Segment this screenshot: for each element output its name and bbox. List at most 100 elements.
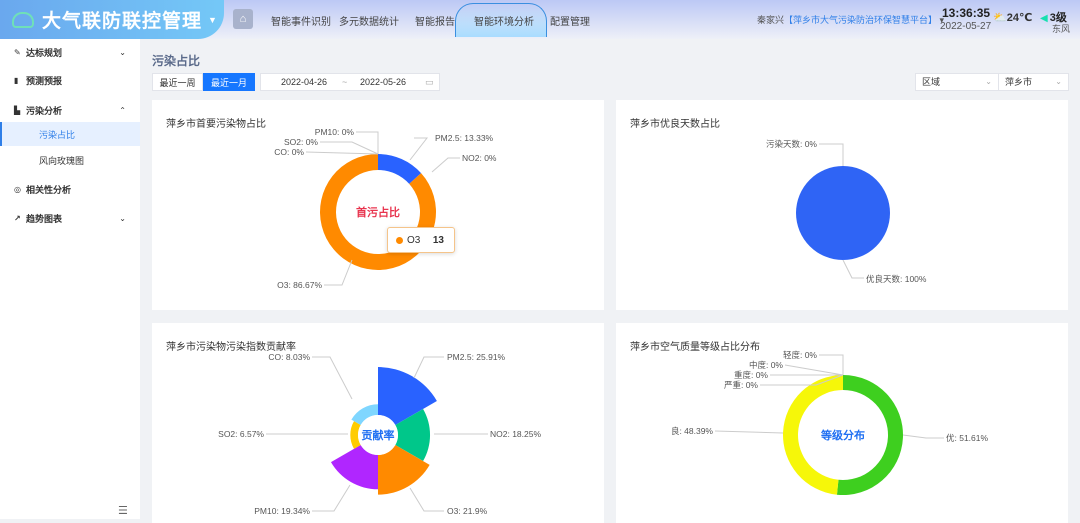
slice-label: NO2: 18.25% bbox=[490, 429, 541, 439]
sidebar-item-planning[interactable]: ✎ 达标规划 ⌄ bbox=[0, 40, 140, 64]
chevron-up-icon: ⌃ bbox=[119, 105, 126, 115]
chart-tooltip: O3 13 bbox=[387, 227, 455, 253]
clock-time: 13:36:35 bbox=[942, 6, 991, 20]
chevron-down-icon: ⌄ bbox=[985, 77, 992, 86]
slice-label: NO2: 0% bbox=[462, 153, 497, 163]
chevron-down-icon: ⌄ bbox=[119, 213, 126, 223]
sidebar-item-correlation[interactable]: ◎ 相关性分析 bbox=[0, 177, 140, 201]
home-icon[interactable]: ⌂ bbox=[233, 9, 253, 29]
caret-down-icon[interactable]: ▼ bbox=[208, 15, 217, 25]
user-menu[interactable]: 秦家兴【萍乡市大气污染防治环保智慧平台】 ▾ bbox=[757, 13, 944, 26]
label-leader-line bbox=[413, 356, 444, 379]
slice-label: PM10: 19.34% bbox=[254, 506, 310, 516]
label-leader-line bbox=[409, 137, 429, 161]
sidebar-item-label: 相关性分析 bbox=[26, 184, 72, 195]
app-logo[interactable]: 大气联防联控管理 ▼ bbox=[0, 0, 224, 39]
label-leader-line bbox=[312, 484, 351, 512]
temperature: 24℃ bbox=[1006, 12, 1033, 24]
slice-good-days bbox=[796, 166, 890, 260]
center-label: 贡献率 bbox=[362, 428, 395, 442]
chevron-down-icon: ⌄ bbox=[1055, 77, 1062, 86]
contribution-card: 贡献率 PM2.5: 25.91% NO2: 18.25% O3: 21.9% PM10… bbox=[152, 323, 604, 523]
page-title: 污染占比 bbox=[152, 54, 201, 68]
nav-data-statistics[interactable]: 多元数据统计 bbox=[339, 13, 399, 28]
slice-label: 污染天数: 0% bbox=[766, 139, 817, 149]
slice-label: SO2: 6.57% bbox=[218, 429, 264, 439]
label-leader-line bbox=[902, 434, 944, 439]
chart-title: 萍乡市污染物污染指数贡献率 bbox=[166, 342, 296, 353]
sidebar-item-label: 达标规划 bbox=[26, 47, 63, 58]
slice-label: 重度: 0% bbox=[734, 370, 768, 380]
recent-month-button[interactable]: 最近一月 bbox=[203, 73, 255, 91]
clock-date: 2022-05-27 bbox=[940, 21, 992, 32]
slice-label: O3: 21.9% bbox=[447, 506, 488, 516]
region-type-select[interactable]: 区域 ⌄ bbox=[915, 73, 999, 91]
primary-pollutant-card: 首污占比 PM2.5: 13.33% NO2: 0% O3: 86.67% PM10: … bbox=[152, 100, 604, 310]
slice-label: 良: 48.39% bbox=[671, 426, 713, 436]
wind-direction: 东风 bbox=[1052, 24, 1071, 34]
label-leader-line bbox=[431, 157, 460, 173]
series-dot-icon bbox=[396, 236, 403, 244]
atom-icon: ◎ bbox=[14, 184, 21, 194]
pen-icon: ✎ bbox=[14, 47, 21, 57]
chart-title: 萍乡市首要污染物占比 bbox=[166, 119, 266, 130]
start-date[interactable]: 2022-04-26 bbox=[281, 74, 327, 90]
slice-label: PM10: 0% bbox=[315, 127, 355, 137]
select-value: 区域 bbox=[922, 77, 941, 87]
chevron-down-icon: ⌄ bbox=[119, 47, 126, 57]
sidebar-item-trends[interactable]: ↗ 趋势图表 ⌄ bbox=[0, 206, 140, 230]
label-leader-line bbox=[324, 259, 353, 286]
collapse-menu-icon[interactable]: ☰ bbox=[118, 504, 128, 517]
slice-label: SO2: 0% bbox=[284, 137, 318, 147]
label-leader-line bbox=[784, 364, 844, 376]
slice-label: CO: 0% bbox=[274, 147, 304, 157]
date-range-picker[interactable]: 2022-04-26 ~ 2022-05-26 ▭ bbox=[260, 73, 440, 91]
date-separator: ~ bbox=[342, 77, 348, 87]
chart-title: 萍乡市优良天数占比 bbox=[630, 119, 720, 130]
center-label: 等级分布 bbox=[820, 428, 865, 442]
select-value: 萍乡市 bbox=[1005, 77, 1033, 87]
sidebar-item-label: 趋势图表 bbox=[26, 213, 63, 224]
wind-direction-icon: ◀ bbox=[1040, 13, 1048, 24]
slice-label: O3: 86.67% bbox=[277, 280, 322, 290]
sidebar-item-pollution-analysis[interactable]: ▙ 污染分析 ⌃ bbox=[0, 98, 140, 122]
sidebar: ✎ 达标规划 ⌄ ▮ 预测预报 ▙ 污染分析 ⌃ 污染占比 风向玫瑰图 ◎ 相关性分析 ↗ 趋… bbox=[0, 39, 140, 519]
calendar-icon[interactable]: ▭ bbox=[425, 74, 434, 90]
nav-report[interactable]: 智能报告 bbox=[415, 13, 455, 28]
tooltip-name: O3 bbox=[407, 234, 421, 246]
slice-label: CO: 8.03% bbox=[268, 352, 310, 362]
end-date[interactable]: 2022-05-26 bbox=[360, 74, 406, 90]
aqi-level-card: 等级分布 优: 51.61% 良: 48.39% 轻度: 0% 中度: 0% 重度: 0%… bbox=[616, 323, 1068, 523]
line-chart-icon: ↗ bbox=[14, 213, 21, 223]
good-days-card: 污染天数: 0% 优良天数: 100% 萍乡市优良天数占比 bbox=[616, 100, 1068, 310]
bar-chart-icon: ▮ bbox=[14, 75, 19, 85]
label-leader-line bbox=[312, 356, 353, 400]
label-leader-line bbox=[714, 430, 784, 434]
nav-event-recognition[interactable]: 智能事件识别 bbox=[271, 13, 331, 28]
sidebar-item-label: 污染分析 bbox=[26, 105, 63, 116]
nav-config[interactable]: 配置管理 bbox=[550, 13, 590, 28]
sidebar-item-pollution-ratio[interactable]: 污染占比 bbox=[0, 122, 140, 146]
rose-slice-pm25 bbox=[378, 367, 437, 425]
label-leader-line bbox=[819, 143, 844, 166]
slice-label: 轻度: 0% bbox=[783, 350, 817, 360]
label-leader-line bbox=[305, 151, 379, 155]
chart-title: 萍乡市空气质量等级占比分布 bbox=[630, 342, 760, 353]
cloud-logo-icon bbox=[12, 11, 34, 28]
app-title: 大气联防联控管理 bbox=[42, 11, 203, 32]
label-leader-line bbox=[819, 354, 844, 375]
weather: ⛅24℃ bbox=[993, 11, 1032, 24]
slice-label: 严重: 0% bbox=[724, 380, 758, 390]
sidebar-item-forecast[interactable]: ▮ 预测预报 bbox=[0, 68, 140, 92]
nav-environment-analysis[interactable]: 智能环境分析 bbox=[474, 13, 534, 28]
slice-label: 优: 51.61% bbox=[946, 433, 988, 443]
label-leader-line bbox=[356, 131, 379, 154]
label-leader-line bbox=[842, 259, 864, 279]
label-leader-line bbox=[409, 487, 444, 512]
city-select[interactable]: 萍乡市 ⌄ bbox=[998, 73, 1069, 91]
slice-label: 优良天数: 100% bbox=[866, 274, 927, 284]
sidebar-item-wind-rose[interactable]: 风向玫瑰图 bbox=[0, 148, 140, 172]
center-label: 首污占比 bbox=[356, 205, 400, 219]
recent-week-button[interactable]: 最近一周 bbox=[152, 73, 203, 91]
factory-icon: ▙ bbox=[14, 105, 21, 115]
